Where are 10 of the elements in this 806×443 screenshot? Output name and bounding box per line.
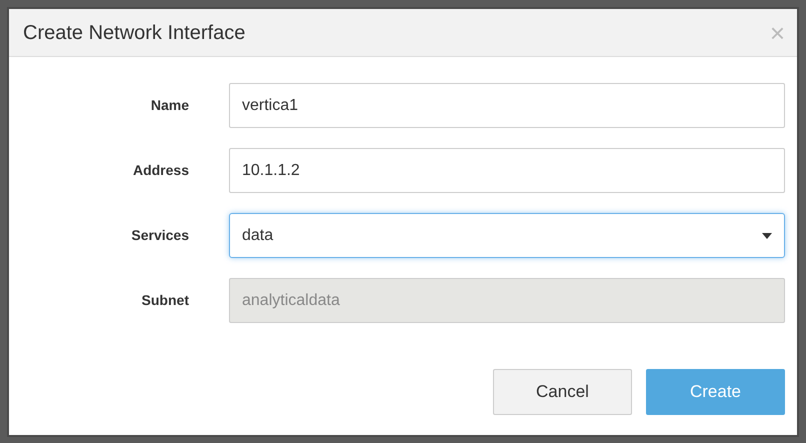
field-label: Services <box>130 226 189 245</box>
cancel-button[interactable]: Cancel <box>493 369 632 415</box>
input-field[interactable]: 10.1.1.2 <box>229 148 785 193</box>
field-label: Address <box>132 161 189 180</box>
field-label: Name <box>150 96 189 115</box>
field-label: Subnet <box>140 291 189 310</box>
caret-icon <box>762 232 772 238</box>
input-field[interactable]: vertica1 <box>229 83 785 128</box>
services-dropdown[interactable]: data <box>229 213 785 258</box>
dialog-title: Create Network Interface <box>23 20 246 46</box>
